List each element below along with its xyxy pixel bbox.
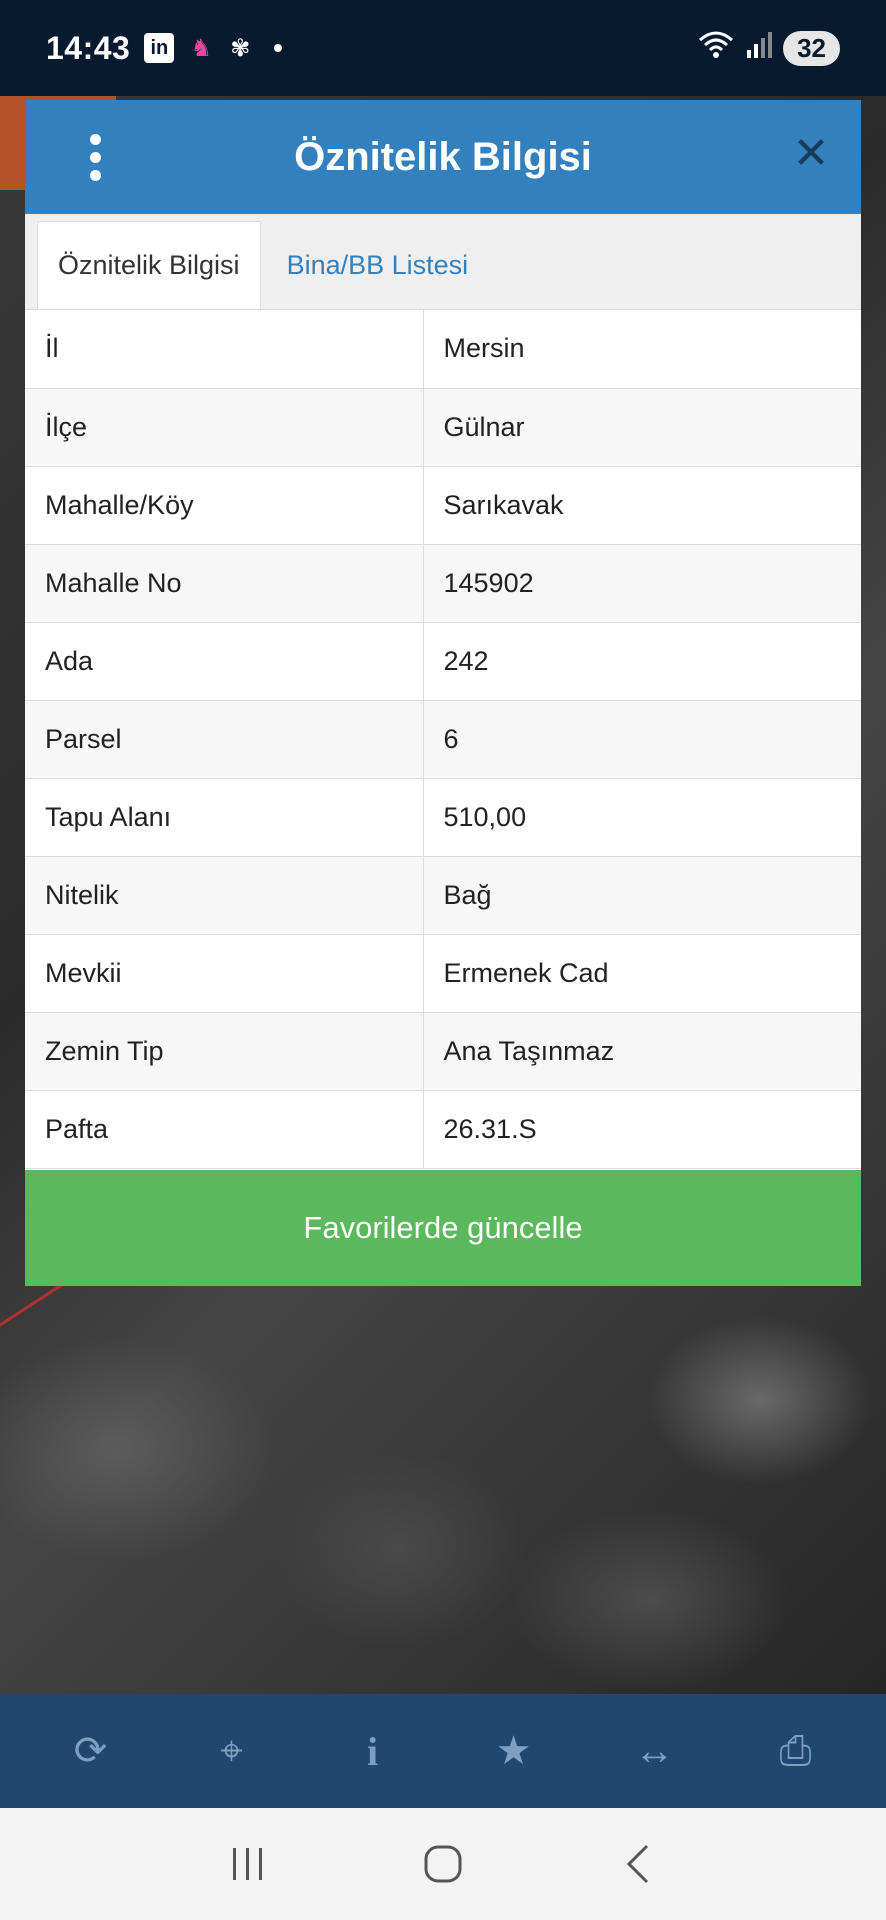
row-key: İlçe: [25, 388, 424, 467]
row-value: 145902: [423, 544, 861, 623]
recent-apps-icon[interactable]: [218, 1834, 278, 1894]
more-menu-icon[interactable]: [75, 127, 115, 187]
battery-indicator: 32: [783, 30, 840, 66]
app-icon: ♞: [190, 34, 213, 62]
row-key: Tapu Alanı: [25, 778, 424, 857]
dialog-title: Öznitelik Bilgisi: [294, 134, 592, 179]
table-row: İl Mersin: [25, 310, 861, 389]
table-row: Mahalle No 145902: [25, 544, 861, 623]
row-value: Ana Taşınmaz: [423, 1012, 861, 1091]
attribute-info-dialog: Öznitelik Bilgisi ✕ Öznitelik Bilgisi Bi…: [25, 100, 861, 1286]
tab-attribute-info[interactable]: Öznitelik Bilgisi: [37, 221, 261, 309]
back-icon[interactable]: [608, 1834, 668, 1894]
row-value: Ermenek Cad: [423, 934, 861, 1013]
row-value: Sarıkavak: [423, 466, 861, 545]
row-key: İl: [25, 310, 424, 389]
info-icon[interactable]: i: [343, 1721, 403, 1781]
table-row: Mahalle/Köy Sarıkavak: [25, 466, 861, 545]
star-icon[interactable]: ★: [484, 1721, 544, 1781]
print-icon[interactable]: ⎙: [766, 1721, 826, 1781]
signal-icon: [745, 30, 773, 67]
tab-building-list[interactable]: Bina/BB Listesi: [261, 221, 489, 309]
update-favorites-button[interactable]: Favorilerde güncelle: [25, 1170, 861, 1286]
table-row: Nitelik Bağ: [25, 856, 861, 935]
wifi-icon: [697, 30, 735, 67]
row-value: Mersin: [423, 310, 861, 389]
row-value: 26.31.S: [423, 1090, 861, 1169]
row-value: 510,00: [423, 778, 861, 857]
home-icon[interactable]: [413, 1834, 473, 1894]
row-key: Parsel: [25, 700, 424, 779]
row-key: Zemin Tip: [25, 1012, 424, 1091]
linkedin-icon: in: [144, 33, 175, 63]
dialog-tabs: Öznitelik Bilgisi Bina/BB Listesi: [25, 214, 861, 310]
row-value: 6: [423, 700, 861, 779]
table-row: Ada 242: [25, 622, 861, 701]
row-key: Mahalle No: [25, 544, 424, 623]
refresh-icon[interactable]: ⟳: [61, 1721, 121, 1781]
table-row: Mevkii Ermenek Cad: [25, 934, 861, 1013]
row-key: Pafta: [25, 1090, 424, 1169]
notification-icons: in ♞ ✾: [144, 33, 283, 63]
row-value: Gülnar: [423, 388, 861, 467]
arrows-horizontal-icon[interactable]: ↔: [625, 1721, 685, 1781]
status-bar: 14:43 in ♞ ✾ 32: [0, 0, 886, 96]
close-icon[interactable]: ✕: [789, 132, 833, 176]
table-row: İlçe Gülnar: [25, 388, 861, 467]
table-row: Parsel 6: [25, 700, 861, 779]
table-row: Pafta 26.31.S: [25, 1090, 861, 1169]
dot-icon: [274, 44, 283, 52]
row-value: Bağ: [423, 856, 861, 935]
row-key: Mevkii: [25, 934, 424, 1013]
wheat-icon: ✾: [230, 34, 251, 62]
bottom-toolbar: ⟳ ⌖ i ★ ↔ ⎙: [0, 1694, 886, 1808]
table-row: Zemin Tip Ana Taşınmaz: [25, 1012, 861, 1091]
table-row: Tapu Alanı 510,00: [25, 778, 861, 857]
row-key: Mahalle/Köy: [25, 466, 424, 545]
system-navigation-bar: [0, 1808, 886, 1920]
row-key: Nitelik: [25, 856, 424, 935]
dialog-header: Öznitelik Bilgisi ✕: [25, 100, 861, 214]
row-key: Ada: [25, 622, 424, 701]
crosshair-icon[interactable]: ⌖: [202, 1721, 262, 1781]
system-icons: 32: [697, 30, 840, 67]
status-time: 14:43: [46, 29, 131, 66]
attribute-table: İl Mersin İlçe Gülnar Mahalle/Köy Sarıkavak…: [25, 310, 861, 1169]
row-value: 242: [423, 622, 861, 701]
